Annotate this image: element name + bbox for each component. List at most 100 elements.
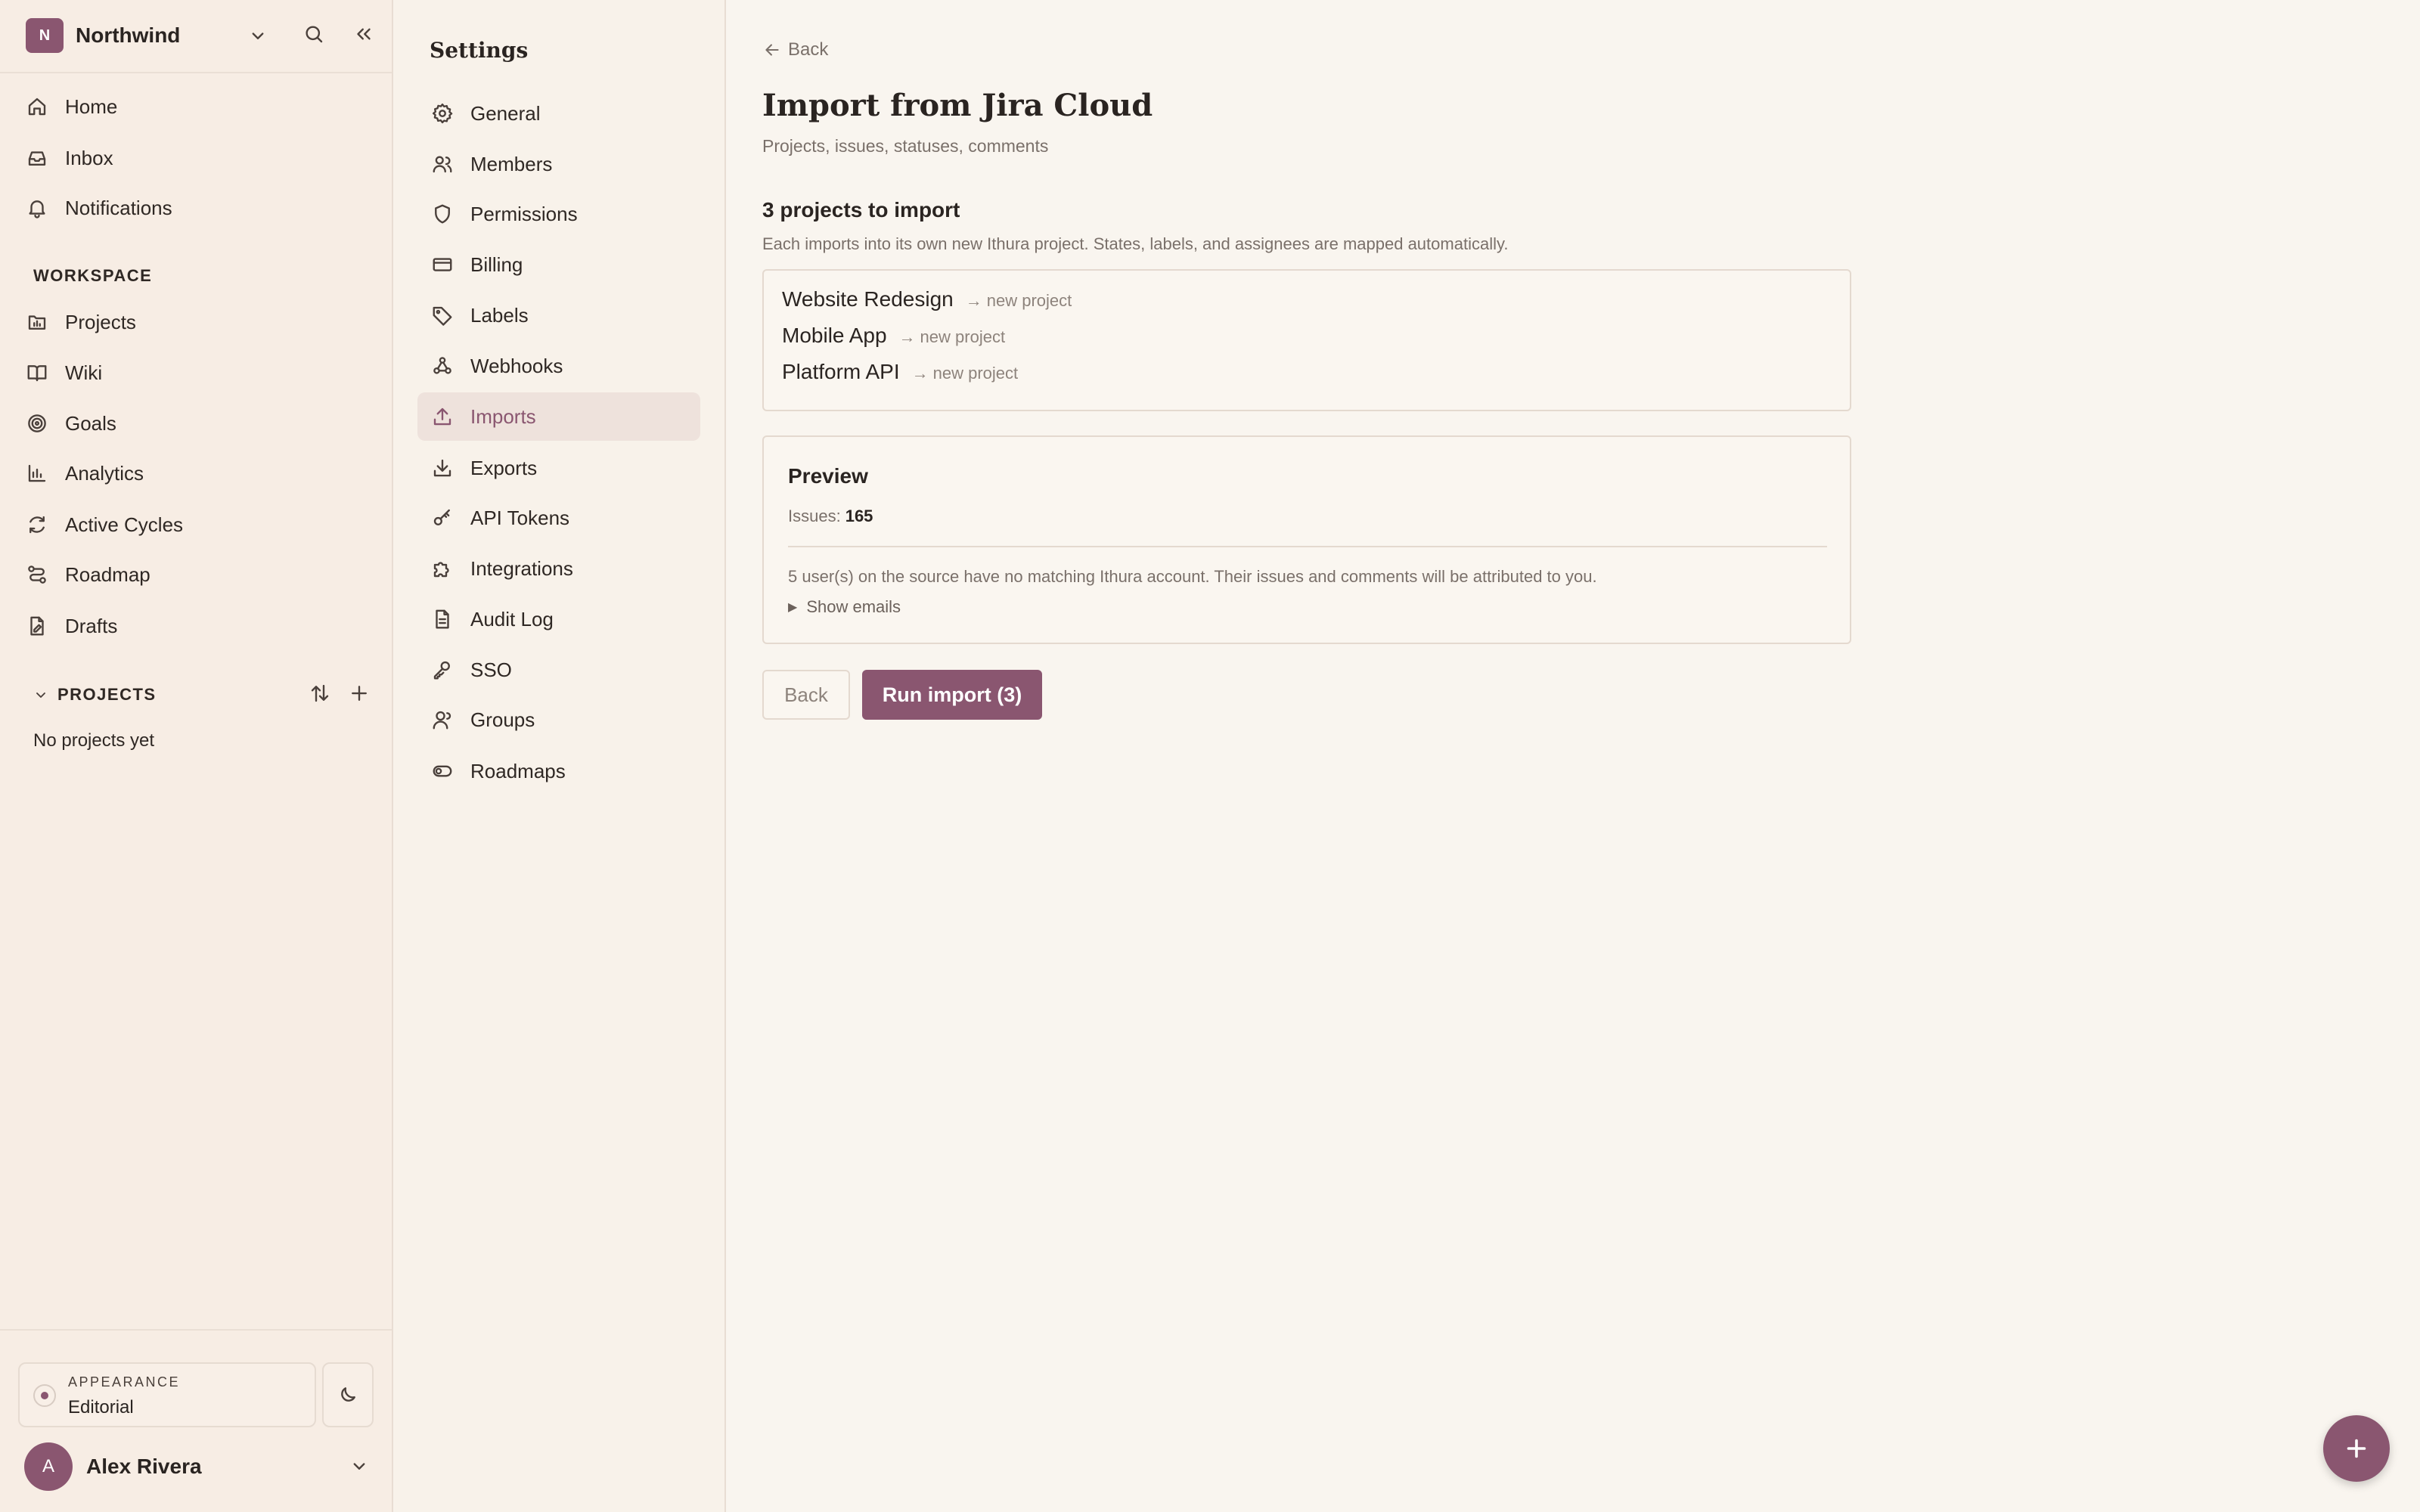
nav-notifications[interactable]: Notifications [26,188,366,228]
settings-item-members[interactable]: Members [417,140,700,188]
projects-count-description: Each imports into its own new Ithura pro… [762,234,1509,253]
nav-wiki[interactable]: Wiki [26,353,366,392]
projects-count-title: 3 projects to import [762,198,960,222]
nav-label: Wiki [65,361,103,384]
search-icon[interactable] [302,23,325,45]
settings-item-groups[interactable]: Groups [417,696,700,744]
settings-item-general[interactable]: General [417,89,700,138]
shield-icon [435,204,450,224]
show-emails-label: Show emails [806,597,901,616]
project-name: Website Redesign [782,287,954,311]
dark-mode-toggle[interactable] [322,1362,374,1427]
settings-item-sso[interactable]: SSO [417,646,700,694]
settings-item-exports[interactable]: Exports [417,444,700,492]
settings-nav: Settings General Members Permissions Bil… [393,0,726,1512]
settings-item-label: Audit Log [470,607,554,631]
plus-icon [2347,1439,2366,1458]
settings-item-webhooks[interactable]: Webhooks [417,342,700,390]
nav-inbox[interactable]: Inbox [26,138,366,178]
workspace-name: Northwind [76,23,181,47]
preview-title: Preview [788,464,868,488]
projects-section-header[interactable]: PROJECTS [32,676,367,714]
route-icon [28,565,46,584]
book-icon [27,365,47,382]
settings-item-imports[interactable]: Imports [417,392,700,441]
nav-label: Inbox [65,146,113,169]
nav-drafts[interactable]: Drafts [26,606,366,646]
settings-item-audit-log[interactable]: Audit Log [417,595,700,643]
nav-label: Goals [65,411,116,435]
appearance-selector[interactable]: APPEARANCE Editorial [18,1362,316,1427]
group-icon [433,711,451,730]
sort-icon[interactable] [309,682,331,705]
chevron-down-icon[interactable] [247,24,269,47]
settings-item-integrations[interactable]: Integrations [417,544,700,593]
user-menu[interactable]: A Alex Rivera [24,1442,371,1491]
project-target: new project [986,291,1072,310]
back-button[interactable]: Back [762,670,850,720]
settings-item-label: Integrations [470,556,573,580]
settings-item-label: Webhooks [470,354,563,377]
settings-item-label: SSO [470,658,512,681]
main-content: Back Import from Jira Cloud Projects, is… [726,0,2420,1512]
run-import-button[interactable]: Run import (3) [862,670,1042,720]
webhook-icon [433,357,451,374]
arrow-right-icon: → [898,327,916,346]
back-link[interactable]: Back [762,39,828,60]
settings-item-billing[interactable]: Billing [417,240,700,289]
project-target: new project [932,364,1019,383]
workspace-section-label: WORKSPACE [33,266,153,285]
download-icon [433,459,451,477]
settings-item-label: Labels [470,303,529,327]
sso-key-icon [433,661,450,680]
nav-label: Home [65,94,118,118]
settings-item-label: Billing [470,253,523,276]
nav-label: Drafts [65,614,118,637]
sidebar: N Northwind Home Inbox Notifications WOR… [0,0,393,1512]
settings-item-api-tokens[interactable]: API Tokens [417,494,700,542]
settings-item-label: Imports [470,404,536,428]
workspace-logo: N [26,18,64,53]
nav-roadmap[interactable]: Roadmap [26,555,366,594]
chevron-down-icon[interactable] [348,1455,371,1477]
settings-item-permissions[interactable]: Permissions [417,190,700,238]
list-item: Platform API → new project [782,360,1018,384]
no-projects-text: No projects yet [33,730,155,751]
nav-projects[interactable]: Projects [26,302,366,342]
projects-icon [28,315,46,330]
workspace-switcher[interactable]: N Northwind [26,18,371,53]
nav-analytics[interactable]: Analytics [26,454,366,493]
collapse-sidebar-icon[interactable] [352,23,375,45]
settings-item-roadmaps[interactable]: Roadmaps [417,747,700,795]
inbox-icon [28,151,46,166]
target-icon [28,414,46,432]
create-fab-button[interactable] [2323,1415,2390,1482]
nav-goals[interactable]: Goals [26,404,366,443]
settings-item-label: Permissions [470,202,578,225]
arrow-right-icon: → [965,291,982,310]
user-name: Alex Rivera [86,1455,202,1478]
nav-label: Analytics [65,461,144,485]
nav-active-cycles[interactable]: Active Cycles [26,505,366,544]
radio-dot-icon [33,1384,56,1407]
gear-icon [432,103,453,124]
disclosure-triangle-icon: ▶ [788,601,798,614]
nav-home[interactable]: Home [26,87,366,126]
plus-icon[interactable] [348,682,371,705]
unmatched-users-warning: 5 user(s) on the source have no matching… [788,567,1597,586]
project-name: Platform API [782,360,900,383]
settings-title: Settings [430,38,529,63]
show-emails-toggle[interactable]: ▶ Show emails [788,597,901,617]
project-target: new project [920,327,1006,346]
issues-count: 165 [845,507,873,525]
chevron-down-icon[interactable] [32,686,50,704]
issues-label: Issues: [788,507,841,525]
home-icon [28,98,46,116]
settings-item-label: Roadmaps [470,759,566,782]
arrow-left-icon [765,44,779,56]
settings-item-labels[interactable]: Labels [417,291,700,339]
toggle-icon [433,765,452,777]
back-link-label: Back [788,39,829,60]
nav-label: Active Cycles [65,513,184,536]
settings-item-label: Exports [470,456,538,479]
